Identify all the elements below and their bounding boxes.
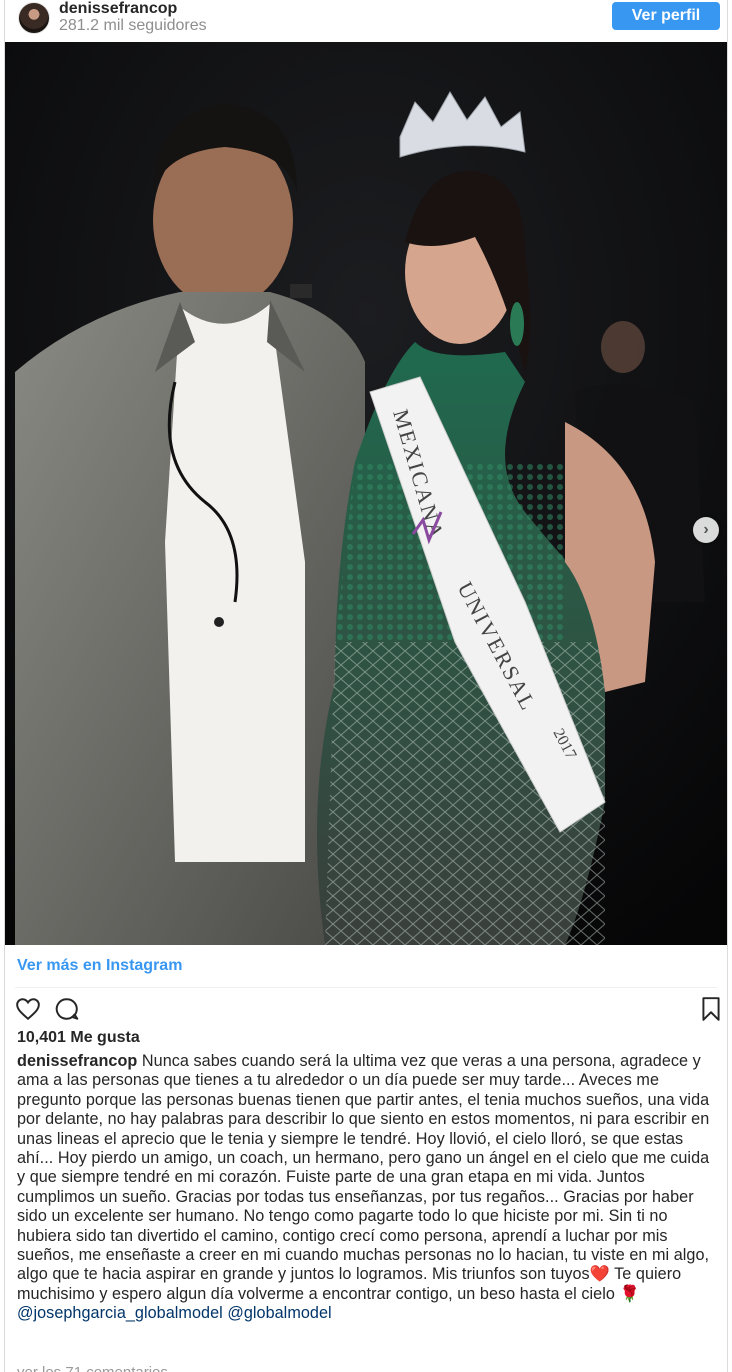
post-header: denissefrancop 281.2 mil seguidores Ver …	[5, 0, 727, 40]
comment-icon[interactable]	[54, 996, 80, 1022]
post-photo[interactable]: MEXICANA UNIVERSAL 2017 ›	[5, 42, 727, 945]
divider	[15, 987, 717, 988]
like-count[interactable]: 10,401 Me gusta	[17, 1029, 140, 1047]
avatar[interactable]	[18, 2, 50, 34]
action-bar	[15, 996, 720, 1022]
next-photo-button[interactable]: ›	[693, 517, 719, 543]
heart-icon[interactable]	[15, 996, 41, 1022]
mention-link[interactable]: @globalmodel	[227, 1304, 331, 1322]
follower-count: 281.2 mil seguidores	[59, 17, 207, 34]
instagram-embed-card: denissefrancop 281.2 mil seguidores Ver …	[4, 0, 728, 1372]
mention-link[interactable]: @josephgarcia_globalmodel	[17, 1304, 223, 1322]
heart-emoji: ❤️	[589, 1265, 610, 1284]
caption-text: Nunca sabes cuando será la ultima vez qu…	[17, 1052, 710, 1284]
post-caption: denissefrancop Nunca sabes cuando será l…	[17, 1052, 719, 1324]
caption-username[interactable]: denissefrancop	[17, 1052, 137, 1070]
chevron-right-icon: ›	[703, 521, 709, 538]
bookmark-icon[interactable]	[698, 996, 724, 1022]
rose-emoji: 🌹	[619, 1284, 640, 1303]
header-username[interactable]: denissefrancop	[59, 0, 177, 18]
view-profile-button[interactable]: Ver perfil	[612, 2, 720, 30]
view-more-link[interactable]: Ver más en Instagram	[17, 957, 182, 975]
photo-illustration: MEXICANA UNIVERSAL 2017	[5, 42, 727, 945]
view-comments-link[interactable]: ver los 71 comentarios	[17, 1364, 168, 1372]
